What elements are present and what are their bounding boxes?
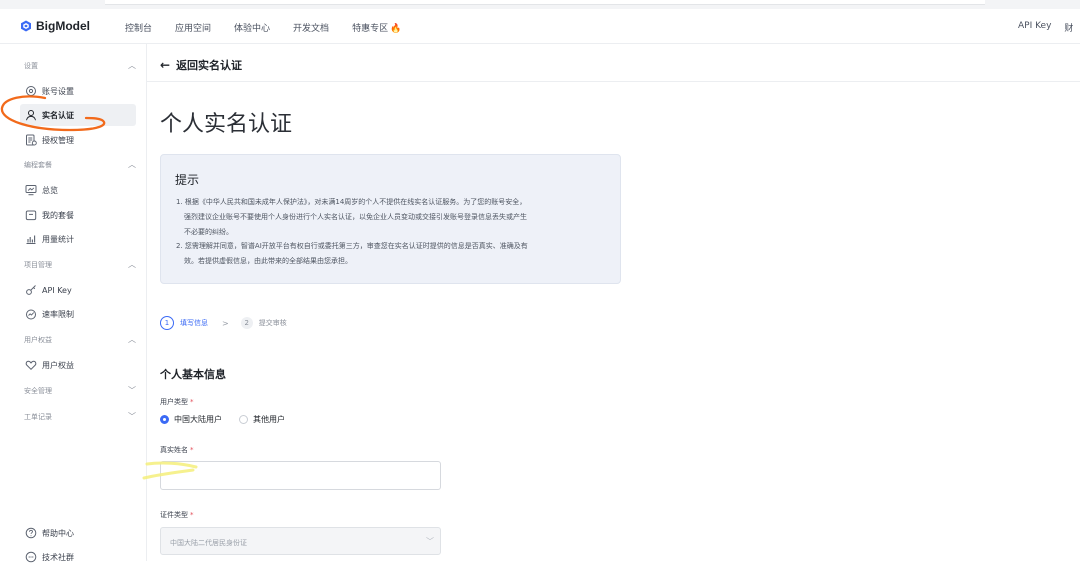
sidebar-item-label: 我的套餐 xyxy=(42,210,74,220)
nav-app-space[interactable]: 应用空间 xyxy=(175,21,211,34)
notice-line: 强烈建议企业账号不要使用个人身份进行个人实名认证，以免企业人员变动或交接引发账号… xyxy=(184,213,527,221)
sidebar-item-label: 用户权益 xyxy=(42,360,74,370)
sidebar-item-label: 帮助中心 xyxy=(42,528,74,538)
radio-label: 中国大陆用户 xyxy=(174,415,222,424)
step-label: 填写信息 xyxy=(180,319,208,327)
chevron-down-icon: ﹀ xyxy=(426,537,434,546)
chevron-up-icon: ︿ xyxy=(128,61,136,70)
step-number: 1 xyxy=(160,316,174,330)
select-value: 中国大陆二代居民身份证 xyxy=(170,539,247,547)
radio-label: 其他用户 xyxy=(253,415,285,424)
chevron-down-icon: ﹀ xyxy=(128,412,136,421)
id-type-label: 证件类型 * xyxy=(160,511,194,519)
sidebar-item-overview[interactable]: 总览 xyxy=(20,179,136,201)
radio-other-user[interactable]: 其他用户 xyxy=(239,414,285,425)
sidebar-group-settings[interactable]: 设置 ︿ xyxy=(24,61,136,71)
auth-doc-icon xyxy=(26,134,37,146)
sidebar-item-label: 账号设置 xyxy=(42,86,74,96)
real-name-label: 真实姓名 * xyxy=(160,446,194,454)
sidebar-item-label: 速率限制 xyxy=(42,309,74,319)
sidebar-item-label: 用量统计 xyxy=(42,234,74,244)
steps: 1 填写信息 > 2 提交审核 xyxy=(160,316,287,330)
sidebar-group-user-benefits[interactable]: 用户权益 ︿ xyxy=(24,335,136,345)
gear-icon xyxy=(26,86,36,96)
sidebar-item-usage-stats[interactable]: 用量统计 xyxy=(20,228,136,250)
divider xyxy=(147,81,1080,82)
main-content: ← 返回实名认证 个人实名认证 提示 1. 根据《中华人民共和国未成年人保护法》… xyxy=(147,44,1080,561)
id-type-select[interactable]: 中国大陆二代居民身份证 ﹀ xyxy=(160,527,441,555)
back-link[interactable]: ← 返回实名认证 xyxy=(160,57,242,73)
sidebar-group-coding-plan[interactable]: 编程套餐 ︿ xyxy=(24,160,136,170)
radio-mainland-user[interactable]: 中国大陆用户 xyxy=(160,414,222,425)
sidebar-item-real-name-auth[interactable]: 实名认证 xyxy=(20,104,136,126)
key-icon xyxy=(26,285,36,295)
brand-logo[interactable]: BigModel xyxy=(20,19,90,33)
hexagon-logo-icon xyxy=(21,20,31,32)
sidebar-item-rate-limit[interactable]: 速率限制 xyxy=(20,303,136,325)
sidebar-group-project-mgmt[interactable]: 项目管理 ︿ xyxy=(24,260,136,270)
step-number: 2 xyxy=(240,317,253,329)
sidebar-item-user-benefits[interactable]: 用户权益 xyxy=(20,354,136,376)
heart-icon xyxy=(25,360,37,371)
notice-line: 2. 您需理解并同意，智谱AI开放平台有权自行或委托第三方，审查您在实名认证时提… xyxy=(176,242,528,250)
help-icon xyxy=(25,527,37,539)
address-bar xyxy=(105,0,985,5)
sidebar-item-label: 实名认证 xyxy=(42,110,74,120)
user-type-label: 用户类型 * xyxy=(160,398,194,406)
step-submit-review: 2 提交审核 xyxy=(240,317,287,329)
brand-name: BigModel xyxy=(36,19,90,33)
user-icon xyxy=(26,110,36,121)
nav-console[interactable]: 控制台 xyxy=(125,21,152,34)
fire-icon: 🔥 xyxy=(390,24,402,34)
radio-checked-icon xyxy=(160,415,169,424)
notice-line: 效。若提供虚假信息，由此带来的全部结果由您承担。 xyxy=(184,257,352,265)
sidebar-item-account-settings[interactable]: 账号设置 xyxy=(20,80,136,102)
sidebar-group-security[interactable]: 安全管理 ﹀ xyxy=(24,386,136,396)
header-truncated-link[interactable]: 财 xyxy=(1064,21,1073,34)
sidebar-item-authorization[interactable]: 授权管理 xyxy=(20,129,136,151)
notice-line: 不必要的纠纷。 xyxy=(184,228,233,236)
stats-icon xyxy=(26,235,36,244)
top-nav: 控制台 应用空间 体验中心 开发文档 特惠专区 🔥 xyxy=(125,21,424,34)
arrow-left-icon: ← xyxy=(160,58,171,72)
sidebar-group-tickets[interactable]: 工单记录 ﹀ xyxy=(24,412,136,422)
browser-top-strip xyxy=(0,0,1080,9)
sidebar-item-my-package[interactable]: 我的套餐 xyxy=(20,204,136,226)
sidebar-item-label: 授权管理 xyxy=(42,135,74,145)
section-title: 个人基本信息 xyxy=(160,368,226,381)
step-fill-info[interactable]: 1 填写信息 xyxy=(160,316,208,330)
back-label: 返回实名认证 xyxy=(176,59,243,72)
nav-special-offers[interactable]: 特惠专区 🔥 xyxy=(352,21,401,34)
notice-box: 提示 1. 根据《中华人民共和国未成年人保护法》，对未满14周岁的个人不提供在线… xyxy=(160,154,621,284)
gauge-icon xyxy=(26,309,36,320)
sidebar-item-tech-community[interactable]: 技术社群 xyxy=(20,546,136,568)
chevron-right-icon: > xyxy=(222,318,229,328)
sidebar-item-help-center[interactable]: 帮助中心 xyxy=(20,522,136,544)
notice-title: 提示 xyxy=(175,173,200,187)
sidebar: 设置 ︿ 账号设置 实名认证 授权管理 编程套餐 ︿ 总览 我的套餐 用量统计 项目… xyxy=(16,44,147,563)
header-api-key-link[interactable]: API Key xyxy=(1018,21,1051,34)
nav-dev-docs[interactable]: 开发文档 xyxy=(293,21,329,34)
notice-line: 1. 根据《中华人民共和国未成年人保护法》，对未满14周岁的个人不提供在线实名认… xyxy=(176,198,527,206)
user-type-radio-group: 中国大陆用户 其他用户 xyxy=(160,414,305,425)
community-icon xyxy=(25,551,37,563)
chevron-up-icon: ︿ xyxy=(128,160,136,169)
overview-icon xyxy=(25,185,37,196)
step-label: 提交审核 xyxy=(258,319,287,327)
chevron-up-icon: ︿ xyxy=(128,335,136,344)
nav-experience-center[interactable]: 体验中心 xyxy=(234,21,270,34)
sidebar-item-label: 总览 xyxy=(42,185,58,195)
real-name-input[interactable] xyxy=(160,461,441,490)
chevron-up-icon: ︿ xyxy=(128,260,136,269)
top-header: BigModel 控制台 应用空间 体验中心 开发文档 特惠专区 🔥 API Ke… xyxy=(0,9,1080,44)
sidebar-item-label: API Key xyxy=(42,285,72,295)
chevron-down-icon: ﹀ xyxy=(128,386,136,395)
header-right: API Key 财 xyxy=(1018,21,1080,34)
package-icon xyxy=(25,210,37,221)
page-title: 个人实名认证 xyxy=(160,112,293,137)
radio-unchecked-icon xyxy=(239,415,248,424)
sidebar-item-api-key[interactable]: API Key xyxy=(20,279,136,301)
